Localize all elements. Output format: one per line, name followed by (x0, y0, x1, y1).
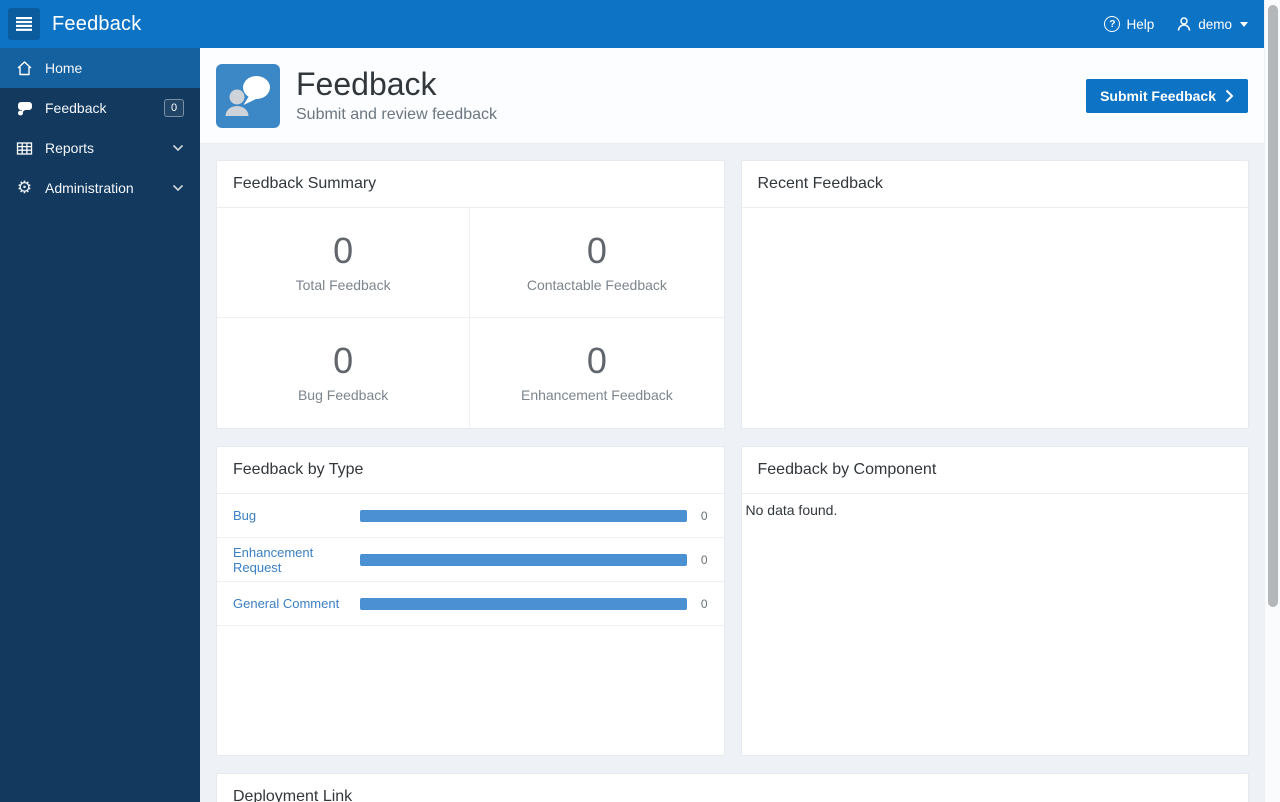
stat-value: 0 (333, 229, 354, 271)
submit-feedback-button[interactable]: Submit Feedback (1086, 78, 1248, 113)
sidebar-item-administration[interactable]: ⚙ Administration (0, 168, 200, 208)
stat-total-feedback: 0 Total Feedback (217, 208, 471, 318)
vertical-scrollbar[interactable] (1264, 0, 1280, 802)
caret-down-icon (1240, 21, 1248, 27)
card-title: Recent Feedback (741, 161, 1248, 208)
recent-feedback-card: Recent Feedback (740, 160, 1249, 429)
feedback-bubbles-icon (16, 100, 33, 117)
sidebar: Home Feedback 0 Reports ⚙ Administration (0, 48, 200, 802)
type-row-enhancement-request: Enhancement Request 0 (217, 538, 724, 582)
stat-contactable-feedback: 0 Contactable Feedback (470, 208, 724, 318)
submit-feedback-label: Submit Feedback (1100, 87, 1216, 104)
home-icon (16, 60, 33, 77)
stat-label: Enhancement Feedback (520, 387, 673, 403)
chevron-right-icon (1225, 89, 1234, 103)
hamburger-menu-button[interactable] (8, 8, 40, 40)
topbar: Feedback ? Help demo (0, 0, 1264, 48)
dashboard-grid: Feedback Summary 0 Total Feedback 0 Cont… (200, 144, 1264, 802)
sidebar-item-label: Feedback (45, 100, 107, 116)
user-icon (1176, 16, 1192, 32)
type-value: 0 (700, 508, 708, 523)
card-title: Feedback Summary (217, 161, 724, 208)
feedback-count-badge: 0 (164, 99, 184, 117)
type-label-link[interactable]: Bug (233, 508, 360, 523)
help-icon: ? (1104, 16, 1121, 32)
no-data-text: No data found. (745, 502, 838, 518)
summary-stats-grid: 0 Total Feedback 0 Contactable Feedback … (217, 208, 724, 428)
reports-table-icon (16, 140, 33, 157)
deployment-link-card: Deployment Link (216, 773, 1249, 802)
help-label: Help (1126, 16, 1155, 32)
sidebar-item-feedback[interactable]: Feedback 0 (0, 88, 200, 128)
type-row-bug: Bug 0 (217, 494, 724, 538)
sidebar-item-reports[interactable]: Reports (0, 128, 200, 168)
chevron-down-icon (172, 144, 184, 152)
card-title: Feedback by Component (741, 447, 1248, 494)
gear-icon: ⚙ (16, 177, 33, 198)
main-content: Feedback Submit and review feedback Subm… (200, 48, 1264, 802)
page-header: Feedback Submit and review feedback Subm… (200, 48, 1264, 144)
chevron-down-icon (172, 184, 184, 192)
feedback-by-component-card: Feedback by Component No data found. (740, 446, 1249, 756)
feedback-app-icon (216, 63, 280, 128)
type-bar (360, 553, 687, 566)
feedback-summary-card: Feedback Summary 0 Total Feedback 0 Cont… (216, 160, 725, 429)
bar-track (360, 509, 687, 522)
bar-track (360, 597, 687, 610)
type-bar (360, 509, 687, 522)
stat-value: 0 (586, 340, 607, 381)
stat-value: 0 (586, 229, 607, 271)
stat-enhancement-feedback: 0 Enhancement Feedback (470, 318, 723, 428)
user-name: demo (1198, 16, 1232, 32)
page-subtitle: Submit and review feedback (296, 106, 497, 124)
help-link[interactable]: ? Help (1104, 16, 1154, 32)
sidebar-item-home[interactable]: Home (0, 48, 200, 88)
type-row-general-comment: General Comment 0 (217, 582, 724, 626)
type-value: 0 (700, 552, 708, 567)
type-bar (360, 597, 687, 610)
sidebar-item-label: Administration (45, 180, 134, 196)
type-label-link[interactable]: General Comment (233, 596, 360, 611)
type-label-link[interactable]: Enhancement Request (233, 545, 360, 575)
type-value: 0 (700, 596, 708, 611)
stat-bug-feedback: 0 Bug Feedback (217, 318, 471, 428)
card-title: Feedback by Type (217, 447, 724, 494)
hamburger-icon (16, 17, 32, 31)
stat-label: Contactable Feedback (526, 276, 667, 293)
feedback-by-type-card: Feedback by Type Bug 0 Enhancement Reque… (216, 446, 725, 756)
sidebar-item-label: Reports (45, 140, 95, 156)
sidebar-item-label: Home (45, 60, 83, 76)
type-chart: Bug 0 Enhancement Request 0 General Comm… (217, 494, 724, 626)
stat-label: Bug Feedback (297, 387, 389, 403)
bar-track (360, 553, 687, 566)
user-menu[interactable]: demo (1176, 16, 1248, 32)
stat-label: Total Feedback (295, 276, 391, 293)
stat-value: 0 (333, 340, 354, 381)
scrollbar-thumb[interactable] (1268, 5, 1278, 607)
app-brand-title: Feedback (52, 12, 142, 35)
card-title: Deployment Link (233, 788, 353, 802)
page-title: Feedback (296, 65, 437, 102)
